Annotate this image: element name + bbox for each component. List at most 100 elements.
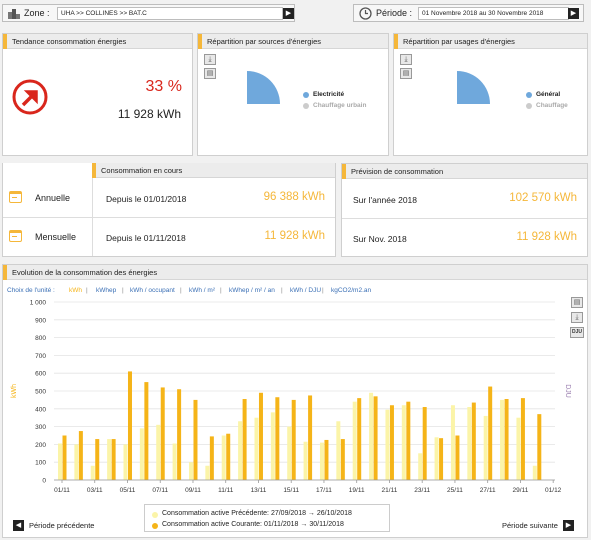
y-tick-label: 700 — [35, 353, 46, 360]
forecast-month-value: 11 928 kWh — [516, 231, 577, 243]
zone-field[interactable]: UHA >> COLLINES >> BAT.C — [57, 7, 283, 20]
print-icon[interactable]: ▤ — [400, 68, 412, 79]
bar-current — [422, 407, 427, 480]
unit-kwh-m2[interactable]: kWh / m² — [189, 287, 215, 294]
bar-current — [373, 396, 378, 480]
bar-previous — [139, 428, 144, 480]
bar-current — [471, 402, 476, 480]
y-axis-label: kWh — [11, 384, 18, 398]
legend-chauffage: Chauffage — [536, 102, 568, 109]
row-divider — [3, 217, 335, 218]
consumption-monthly-label: Mensuelle — [35, 232, 77, 242]
unit-kwh-dju[interactable]: kWh / DJU — [290, 287, 321, 294]
unit-separator: | — [220, 287, 222, 294]
bar-previous — [401, 405, 406, 480]
zone-label: Zone : — [24, 8, 50, 18]
bar-current — [111, 439, 116, 480]
x-tick-label: 27/11 — [480, 487, 496, 494]
legend-previous: Consommation active Précédente: 27/09/20… — [162, 510, 352, 517]
x-tick-label: 19/11 — [349, 487, 365, 494]
x-tick-label: 13/11 — [251, 487, 267, 494]
bar-current — [242, 399, 247, 480]
bar-previous — [221, 435, 226, 480]
bar-current — [226, 433, 231, 480]
clock-icon — [359, 7, 372, 20]
chevron-right-icon: ▶ — [563, 520, 574, 531]
bar-current — [520, 398, 525, 480]
period-arrow-button[interactable]: ▶ — [568, 8, 579, 19]
bar-previous — [107, 439, 112, 480]
forecast-year-value: 102 570 kWh — [509, 192, 577, 204]
next-period-label: Période suivante — [502, 521, 558, 530]
unit-kwhep-m2-an[interactable]: kWhep / m² / an — [229, 287, 275, 294]
evolution-chart: 0 100 200 300 400 500 600 700 800 900 1 000 kWh DJU 0… — [11, 300, 571, 495]
print-icon[interactable]: ▤ — [204, 68, 216, 79]
bar-current — [439, 438, 444, 480]
bar-previous — [172, 443, 177, 480]
bar-current — [127, 371, 132, 480]
legend-dot-previous — [152, 512, 158, 518]
bar-current — [62, 435, 67, 480]
period-selector: Période : 01 Novembre 2018 au 30 Novembr… — [353, 4, 584, 22]
x-tick-label: 11/11 — [218, 487, 234, 494]
chart-legend: Consommation active Précédente: 27/09/20… — [144, 504, 390, 532]
usages-pie — [457, 71, 490, 104]
unit-kwh[interactable]: kWh — [69, 287, 82, 294]
bar-current — [308, 395, 313, 480]
trend-percent: 33 % — [145, 78, 182, 95]
x-tick-label: 23/11 — [414, 487, 430, 494]
usages-title: Répartition par usages d'énergies — [394, 34, 587, 49]
zone-arrow-button[interactable]: ▶ — [283, 8, 294, 19]
bar-current — [340, 439, 345, 480]
x-tick-label: 17/11 — [316, 487, 332, 494]
legend-dot-electricite — [303, 92, 309, 98]
x-tick-label: 21/11 — [382, 487, 398, 494]
bar-current — [78, 431, 83, 480]
bar-previous — [500, 399, 505, 480]
legend-dot-chauffage-urbain — [303, 103, 309, 109]
consumption-annual-since: Depuis le 01/01/2018 — [106, 194, 187, 204]
bar-previous — [205, 465, 210, 480]
x-tick-label: 07/11 — [152, 487, 168, 494]
previous-period-label: Période précédente — [29, 521, 95, 530]
forecast-month-label: Sur Nov. 2018 — [353, 234, 407, 244]
x-tick-label: 15/11 — [283, 487, 299, 494]
evolution-title: Evolution de la consommation des énergie… — [3, 265, 587, 280]
consumption-monthly-value: 11 928 kWh — [264, 230, 325, 242]
bar-previous — [156, 424, 161, 480]
unit-separator: | — [322, 287, 324, 294]
trend-kwh: 11 928 kWh — [117, 107, 181, 121]
bar-previous — [319, 442, 324, 480]
bar-current — [406, 401, 411, 480]
y-tick-label: 100 — [35, 460, 46, 467]
unit-kgco2[interactable]: kgCO2/m2.an — [331, 287, 371, 294]
x-tick-label: 03/11 — [87, 487, 103, 494]
bar-previous — [254, 417, 259, 480]
next-period-button[interactable]: Période suivante ▶ — [502, 520, 574, 531]
x-tick-label: 09/11 — [185, 487, 201, 494]
unit-kwhep[interactable]: kWhep — [96, 287, 116, 294]
bar-previous — [352, 401, 357, 480]
bar-previous — [238, 421, 243, 480]
download-icon[interactable]: ⤓ — [204, 54, 216, 65]
bar-previous — [123, 444, 128, 480]
bar-current — [95, 439, 100, 480]
bar-current — [537, 414, 542, 480]
bar-previous — [532, 465, 537, 480]
legend-dot-chauffage — [526, 103, 532, 109]
unit-separator: | — [180, 287, 182, 294]
y-tick-label: 600 — [35, 371, 46, 378]
chevron-left-icon: ◀ — [13, 520, 24, 531]
period-field[interactable]: 01 Novembre 2018 au 30 Novembre 2018 — [418, 7, 569, 20]
x-tick-label: 05/11 — [120, 487, 136, 494]
unit-kwh-occupant[interactable]: kWh / occupant — [130, 287, 175, 294]
bar-previous — [287, 426, 292, 480]
bar-previous — [188, 462, 193, 480]
y-tick-label: 1 000 — [30, 300, 47, 307]
download-icon[interactable]: ⤓ — [400, 54, 412, 65]
bar-current — [258, 392, 263, 480]
consumption-annual-label: Annuelle — [35, 193, 71, 203]
bar-previous — [270, 412, 275, 480]
y-tick-label: 800 — [35, 335, 46, 342]
legend-current: Consommation active Courante: 01/11/2018… — [162, 521, 344, 528]
